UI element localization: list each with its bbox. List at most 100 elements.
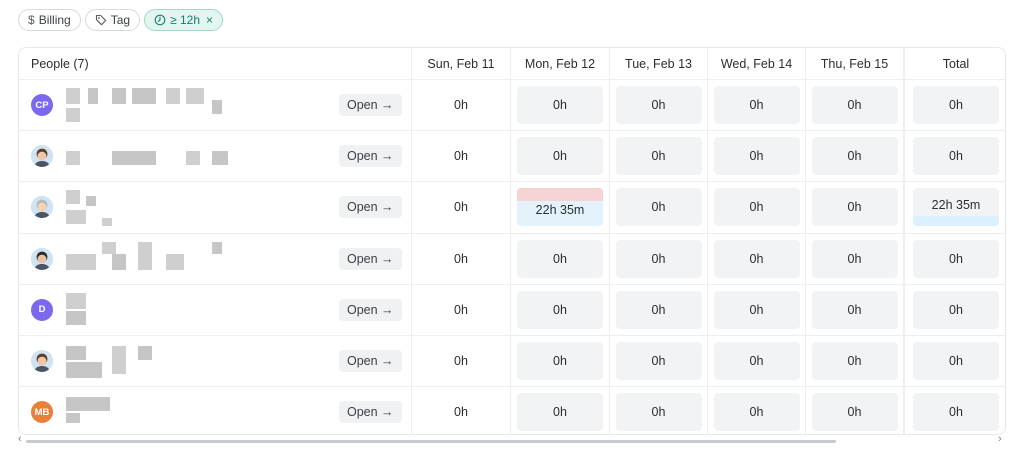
hours-entry[interactable]: 0h <box>811 137 898 176</box>
table-row: Open → 0h 22h 35m 0h 0h 0h 22h 35m <box>19 182 1005 234</box>
hours-value: 0h <box>454 405 468 420</box>
table-row: MB Open → 0h 0h 0h 0h 0h 0h <box>19 387 1005 434</box>
avatar <box>31 247 53 270</box>
day-cell: 0h <box>708 182 806 233</box>
hours-entry[interactable]: 0h <box>713 393 800 432</box>
hours-value: 0h <box>651 251 666 266</box>
total-cell: 0h <box>904 233 1005 284</box>
progress-band <box>913 216 999 227</box>
total-cell: 0h <box>904 387 1005 434</box>
day-cell: 0h <box>511 233 610 284</box>
tag-icon <box>95 14 107 26</box>
total-value: 0h <box>949 405 963 420</box>
hours-value: 0h <box>847 98 862 113</box>
hours-entry[interactable]: 0h <box>713 86 800 125</box>
table-row: Open → 0h 0h 0h 0h 0h 0h <box>19 336 1005 388</box>
hours-entry[interactable]: 0h <box>713 239 800 278</box>
hours-entry[interactable]: 0h <box>615 188 702 227</box>
redacted-name <box>66 344 246 378</box>
day-column-header: Thu, Feb 15 <box>806 48 904 79</box>
total-entry: 0h <box>913 239 999 278</box>
hours-entry[interactable]: 0h <box>811 188 898 227</box>
open-person-button[interactable]: Open → <box>339 94 402 117</box>
hours-entry[interactable]: 0h <box>811 393 898 432</box>
hours-entry[interactable]: 0h <box>811 86 898 125</box>
hours-entry[interactable]: 0h <box>615 290 702 329</box>
hours-entry[interactable]: 0h <box>615 86 702 125</box>
day-cell: 0h <box>708 387 806 434</box>
hours-entry[interactable]: 0h <box>615 137 702 176</box>
hours-value: 0h <box>651 200 666 215</box>
hours-value: 0h <box>454 149 468 164</box>
timesheet-table: People (7) Sun, Feb 11 Mon, Feb 12 Tue, … <box>18 47 1006 435</box>
over-limit-band <box>517 188 603 202</box>
open-person-button[interactable]: Open → <box>339 401 402 424</box>
redacted-name <box>66 139 246 173</box>
hours-value: 0h <box>651 354 666 369</box>
open-person-button[interactable]: Open → <box>339 298 402 321</box>
hours-entry[interactable]: 0h <box>615 239 702 278</box>
day-cell: 0h <box>806 387 904 434</box>
hours-entry[interactable]: 0h <box>811 342 898 381</box>
dollar-icon: $ <box>28 13 35 27</box>
total-value: 0h <box>949 302 963 317</box>
redacted-name <box>66 292 246 327</box>
hours-entry[interactable]: 0h <box>615 342 702 381</box>
open-person-button[interactable]: Open → <box>339 196 402 219</box>
total-entry: 0h <box>913 137 999 176</box>
day-cell: 0h <box>412 131 511 182</box>
day-column-header: Sun, Feb 11 <box>412 48 511 79</box>
hours-entry[interactable]: 0h <box>517 137 603 176</box>
hours-value: 0h <box>847 149 862 164</box>
hours-value: 0h <box>749 405 764 420</box>
hours-entry[interactable]: 0h <box>811 239 898 278</box>
person-cell: Open → <box>19 131 412 182</box>
hours-value: 0h <box>454 98 468 113</box>
person-cell: Open → <box>19 182 412 233</box>
hours-entry[interactable]: 0h <box>811 290 898 329</box>
remove-filter-icon[interactable]: × <box>206 13 213 27</box>
tag-filter-chip[interactable]: Tag <box>84 9 141 31</box>
hours-filter-chip[interactable]: ≥ 12h × <box>144 9 224 31</box>
hours-value: 0h <box>553 149 567 164</box>
hours-entry[interactable]: 0h <box>517 393 603 432</box>
table-row: Open → 0h 0h 0h 0h 0h 0h <box>19 233 1005 285</box>
hours-entry[interactable]: 22h 35m <box>517 188 603 227</box>
avatar: MB <box>31 401 53 424</box>
hours-entry[interactable]: 0h <box>517 86 603 125</box>
hours-value: 0h <box>454 251 468 266</box>
hours-entry[interactable]: 0h <box>517 342 603 381</box>
day-cell: 0h <box>610 233 708 284</box>
day-cell: 0h <box>610 131 708 182</box>
hours-entry[interactable]: 0h <box>615 393 702 432</box>
open-person-button[interactable]: Open → <box>339 350 402 373</box>
total-entry: 22h 35m <box>913 188 999 227</box>
day-cell: 0h <box>708 284 806 335</box>
table-row: CP Open → 0h 0h 0h 0h 0h 0h <box>19 80 1005 132</box>
billing-filter-chip[interactable]: $ Billing <box>18 9 81 31</box>
day-cell: 0h <box>806 182 904 233</box>
hours-entry[interactable]: 0h <box>713 188 800 227</box>
hours-entry[interactable]: 0h <box>713 342 800 381</box>
filter-bar: $ Billing Tag ≥ 12h × <box>18 9 224 31</box>
hours-value: 0h <box>553 405 567 420</box>
hours-value: 22h 35m <box>535 203 585 218</box>
open-person-button[interactable]: Open → <box>339 145 402 168</box>
total-cell: 0h <box>904 131 1005 182</box>
hours-entry[interactable]: 0h <box>517 290 603 329</box>
hours-entry[interactable]: 0h <box>517 239 603 278</box>
hours-value: 0h <box>454 354 468 369</box>
horizontal-scrollbar[interactable] <box>26 440 836 443</box>
scroll-right-icon[interactable]: › <box>998 433 1002 445</box>
hours-entry[interactable]: 0h <box>713 290 800 329</box>
open-person-button[interactable]: Open → <box>339 247 402 270</box>
hours-entry[interactable]: 0h <box>713 137 800 176</box>
hours-value: 0h <box>553 354 567 369</box>
hours-value: 0h <box>749 354 764 369</box>
day-cell: 0h <box>412 387 511 434</box>
hours-value: 0h <box>749 98 764 113</box>
table-header-row: People (7) Sun, Feb 11 Mon, Feb 12 Tue, … <box>19 48 1005 80</box>
redacted-name <box>66 395 246 429</box>
total-cell: 0h <box>904 336 1005 387</box>
scroll-left-icon[interactable]: ‹ <box>18 433 22 445</box>
